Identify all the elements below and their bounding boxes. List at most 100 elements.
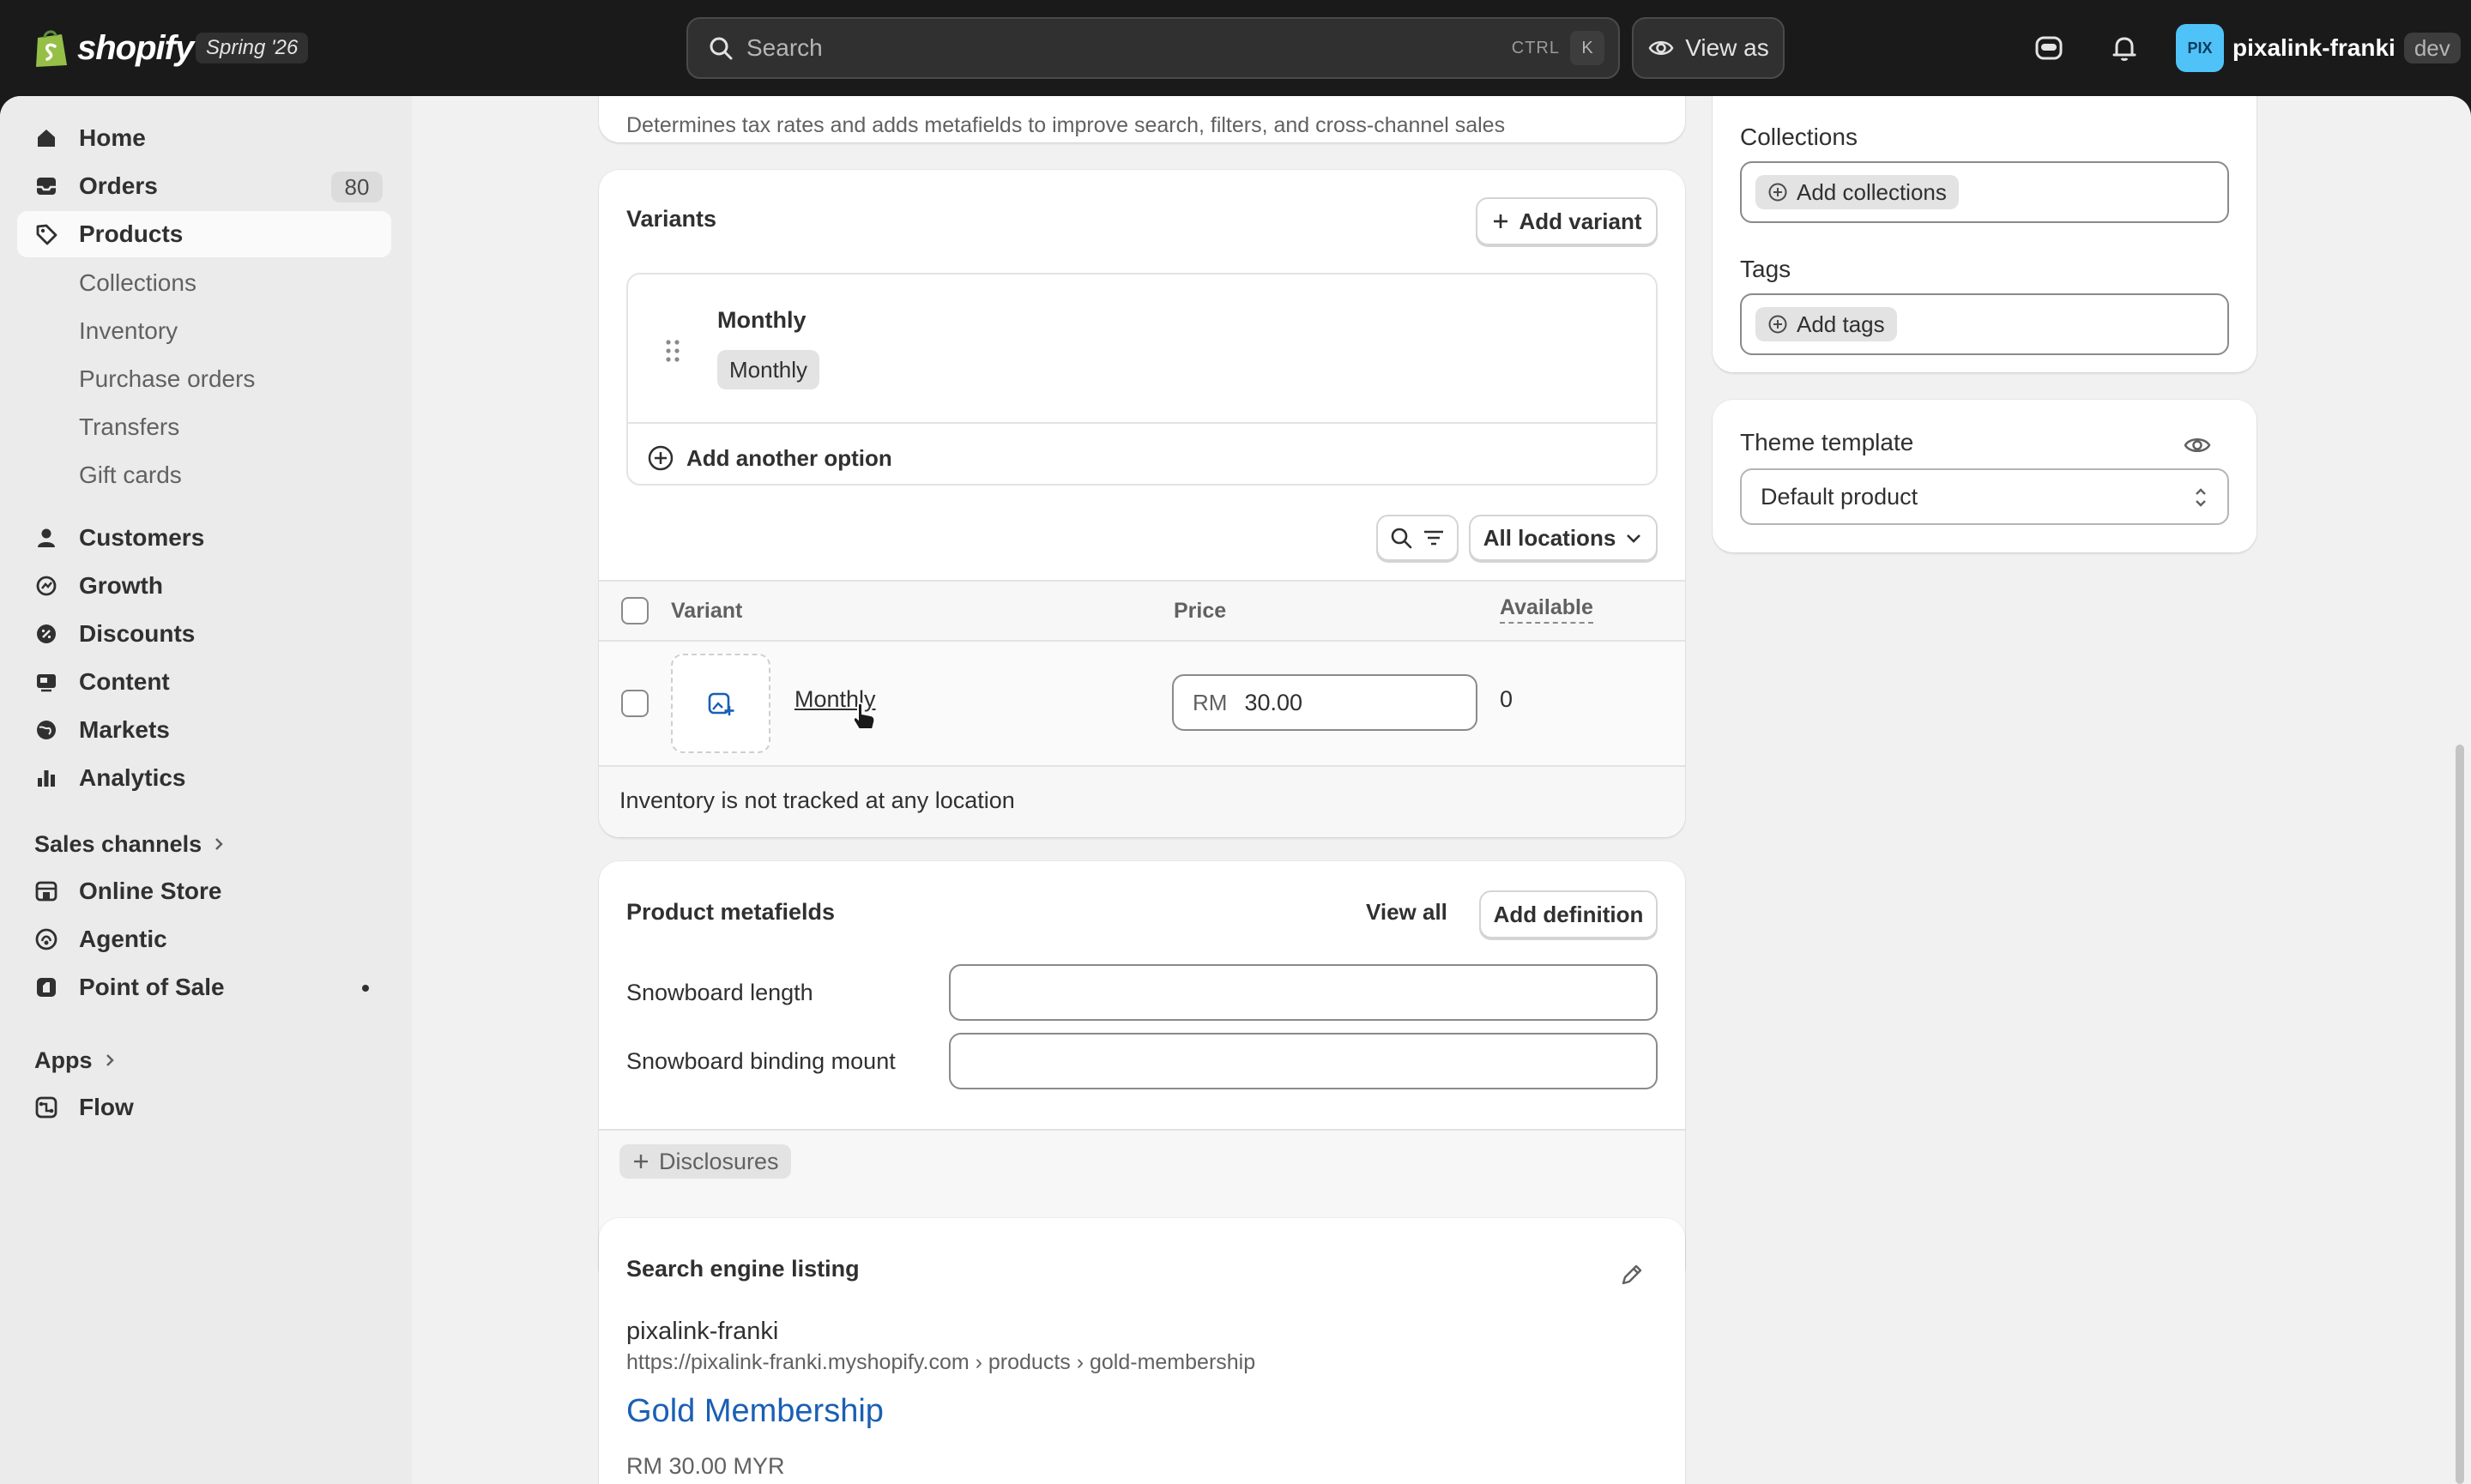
plus-circle-icon bbox=[648, 445, 674, 471]
bar-chart-icon bbox=[33, 764, 60, 792]
add-tags-label: Add tags bbox=[1797, 311, 1885, 337]
pointer-cursor-icon bbox=[852, 702, 876, 730]
column-available[interactable]: Available bbox=[1500, 595, 1593, 624]
price-input[interactable]: RM 30.00 bbox=[1172, 674, 1477, 731]
sidebar-item-analytics[interactable]: Analytics bbox=[17, 755, 391, 801]
option-name[interactable]: Monthly bbox=[717, 307, 806, 334]
sidebar-item-discounts[interactable]: Discounts bbox=[17, 611, 391, 657]
currency-prefix: RM bbox=[1193, 689, 1228, 715]
price-value: 30.00 bbox=[1244, 689, 1303, 715]
sidebar-subitem-collections[interactable]: Collections bbox=[17, 261, 391, 305]
inventory-note: Inventory is not tracked at any location bbox=[619, 787, 1015, 813]
theme-template-card: Theme template Default product bbox=[1713, 400, 2257, 552]
eye-icon[interactable] bbox=[2183, 431, 2212, 460]
sidebar-item-products[interactable]: Products bbox=[17, 211, 391, 257]
option-box: Monthly Monthly Add another option bbox=[626, 273, 1658, 486]
discount-icon bbox=[33, 620, 60, 648]
sidebar-subitem-inventory[interactable]: Inventory bbox=[17, 309, 391, 353]
sidebar-item-label: Flow bbox=[79, 1094, 134, 1120]
add-another-option-button[interactable]: Add another option bbox=[647, 434, 892, 482]
all-locations-dropdown[interactable]: All locations bbox=[1469, 515, 1658, 561]
available-value: 0 bbox=[1500, 686, 1513, 712]
plus-icon bbox=[1494, 214, 1508, 228]
shopify-logo[interactable]: shopify bbox=[33, 26, 194, 70]
sidekick-icon[interactable] bbox=[2030, 29, 2068, 67]
view-as-label: View as bbox=[1685, 34, 1769, 61]
store-name: pixalink-franki bbox=[2232, 34, 2395, 61]
sales-channels-label: Sales channels bbox=[34, 830, 202, 857]
inventory-note-row: Inventory is not tracked at any location bbox=[599, 767, 1685, 837]
pencil-icon[interactable] bbox=[1618, 1261, 1646, 1288]
sidebar-subitem-purchase-orders[interactable]: Purchase orders bbox=[17, 357, 391, 401]
add-definition-button[interactable]: Add definition bbox=[1479, 890, 1658, 938]
add-variant-button[interactable]: Add variant bbox=[1476, 197, 1658, 245]
search-filter-button[interactable] bbox=[1376, 515, 1459, 561]
seo-store-name: pixalink-franki bbox=[626, 1318, 779, 1345]
sidebar-subitem-transfers[interactable]: Transfers bbox=[17, 405, 391, 449]
avatar: PIX bbox=[2176, 24, 2224, 72]
sidebar-item-flow[interactable]: Flow bbox=[17, 1084, 391, 1131]
sidebar-item-home[interactable]: Home bbox=[17, 115, 391, 161]
sidebar-subitem-gift-cards[interactable]: Gift cards bbox=[17, 453, 391, 498]
sidebar-item-growth[interactable]: Growth bbox=[17, 563, 391, 609]
select-chevrons-icon bbox=[2196, 488, 2206, 507]
row-checkbox[interactable] bbox=[621, 690, 649, 717]
eye-icon bbox=[1648, 41, 1674, 55]
shortcut-k: K bbox=[1570, 31, 1604, 65]
global-search[interactable]: Search CTRL K bbox=[686, 17, 1620, 79]
sidebar-item-point-of-sale[interactable]: Point of Sale bbox=[17, 964, 391, 1010]
all-locations-label: All locations bbox=[1483, 524, 1616, 551]
seo-url: https://pixalink-franki.myshopify.com › … bbox=[626, 1350, 1256, 1374]
sidebar-item-customers[interactable]: Customers bbox=[17, 515, 391, 561]
select-all-checkbox[interactable] bbox=[621, 597, 649, 624]
theme-template-select[interactable]: Default product bbox=[1740, 468, 2229, 525]
column-variant: Variant bbox=[671, 599, 743, 623]
sidebar-item-label: Online Store bbox=[79, 878, 222, 904]
sidebar-item-label: Orders bbox=[79, 172, 158, 199]
sidebar-item-online-store[interactable]: Online Store bbox=[17, 868, 391, 914]
category-card: Determines tax rates and adds metafields… bbox=[599, 96, 1685, 142]
page-scrollbar[interactable] bbox=[2456, 745, 2464, 1484]
search-placeholder: Search bbox=[746, 34, 823, 61]
growth-icon bbox=[33, 572, 60, 600]
globe-icon bbox=[33, 716, 60, 744]
tag-icon bbox=[33, 220, 60, 248]
bell-icon[interactable] bbox=[2105, 29, 2143, 67]
option-value-pill[interactable]: Monthly bbox=[717, 350, 820, 389]
table-row[interactable]: Monthly RM 30.00 0 bbox=[599, 642, 1685, 767]
seo-card: Search engine listing pixalink-franki ht… bbox=[599, 1218, 1685, 1484]
disclosures-button[interactable]: Disclosures bbox=[619, 1144, 791, 1179]
edition-badge[interactable]: Spring '26 bbox=[196, 33, 309, 63]
plus-circle-icon bbox=[1768, 315, 1787, 334]
sidebar-item-orders[interactable]: Orders 80 bbox=[17, 163, 391, 209]
apps-header[interactable]: Apps bbox=[34, 1043, 117, 1077]
orders-count-badge: 80 bbox=[331, 172, 383, 202]
view-as-button[interactable]: View as bbox=[1632, 17, 1785, 79]
apps-label: Apps bbox=[34, 1047, 93, 1073]
seo-title: Search engine listing bbox=[626, 1256, 860, 1282]
content-icon bbox=[33, 668, 60, 696]
add-image-icon bbox=[708, 692, 734, 715]
chevron-right-icon bbox=[106, 1054, 114, 1066]
category-help-text: Determines tax rates and adds metafields… bbox=[626, 113, 1506, 137]
person-icon bbox=[33, 524, 60, 552]
add-tags-button[interactable]: Add tags bbox=[1755, 307, 1897, 341]
search-icon bbox=[1391, 528, 1412, 549]
sidebar-item-agentic[interactable]: Agentic bbox=[17, 916, 391, 962]
variant-image-placeholder[interactable] bbox=[671, 654, 770, 753]
agentic-icon bbox=[33, 926, 60, 953]
add-collections-button[interactable]: Add collections bbox=[1755, 175, 1959, 209]
binding-mount-input[interactable] bbox=[949, 1033, 1658, 1089]
sidebar-item-label: Agentic bbox=[79, 926, 167, 952]
pos-icon bbox=[33, 974, 60, 1001]
sidebar-item-content[interactable]: Content bbox=[17, 659, 391, 705]
brand-wordmark: shopify bbox=[77, 28, 194, 67]
disclosures-label: Disclosures bbox=[659, 1148, 779, 1174]
drag-handle-icon[interactable] bbox=[664, 338, 681, 364]
sidebar-item-markets[interactable]: Markets bbox=[17, 707, 391, 753]
view-all-button[interactable]: View all bbox=[1366, 899, 1447, 926]
snowboard-length-input[interactable] bbox=[949, 964, 1658, 1021]
theme-template-value: Default product bbox=[1761, 483, 1918, 510]
sales-channels-header[interactable]: Sales channels bbox=[34, 827, 226, 861]
account-menu[interactable]: PIX pixalink-franki dev bbox=[2176, 24, 2461, 72]
